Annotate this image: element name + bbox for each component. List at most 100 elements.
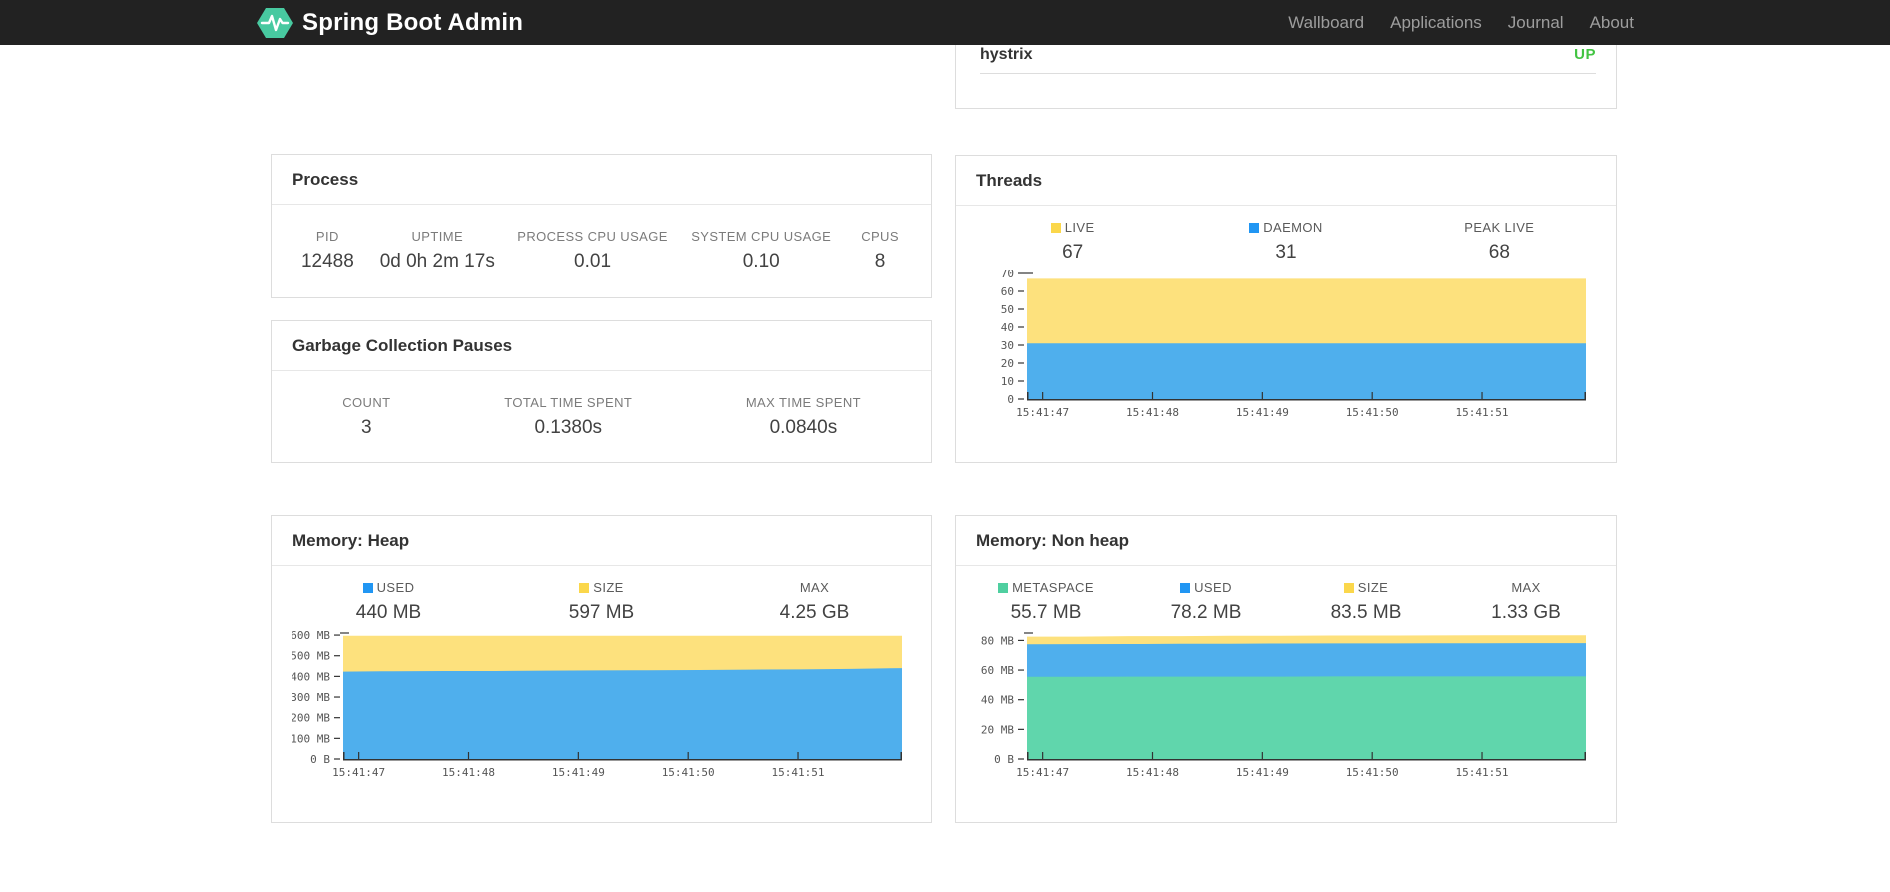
svg-text:15:41:51: 15:41:51 (1456, 766, 1509, 779)
nonheap-card-title: Memory: Non heap (976, 531, 1130, 550)
svg-text:300 MB: 300 MB (292, 691, 330, 704)
threads-card-header: Threads (956, 156, 1616, 206)
legend-live: LIVE 67 (966, 220, 1179, 264)
metric-value: 12488 (300, 251, 354, 272)
metric-gc-max-time: MAX TIME SPENT 0.0840s (686, 395, 921, 439)
metric-label: MAX TIME SPENT (745, 395, 861, 410)
svg-text:15:41:47: 15:41:47 (332, 766, 385, 779)
legend-value: 1.33 GB (1491, 602, 1561, 623)
svg-text:20: 20 (1001, 357, 1014, 370)
metric-value: 0.10 (742, 251, 780, 272)
legend-value: 78.2 MB (1170, 602, 1242, 623)
daemon-swatch-icon (1249, 223, 1260, 233)
svg-text:15:41:48: 15:41:48 (1126, 766, 1179, 779)
legend-value: 68 (1488, 242, 1510, 263)
metric-value: 0.01 (574, 251, 612, 272)
metric-system-cpu: SYSTEM CPU USAGE 0.10 (683, 229, 839, 273)
health-indicator-name: hystrix (980, 45, 1033, 63)
legend-text: USED (376, 580, 415, 595)
gc-card-header: Garbage Collection Pauses (272, 321, 931, 371)
nonheap-legend: METASPACE 55.7 MB USED 78.2 MB SIZE 83.5… (956, 566, 1616, 624)
nav-links: Wallboard Applications Journal About (1275, 13, 1634, 33)
heap-card-header: Memory: Heap (272, 516, 931, 566)
threads-card-title: Threads (976, 171, 1043, 190)
metric-value: 0.0840s (769, 417, 838, 438)
legend-value: 597 MB (568, 602, 635, 623)
legend-daemon: DAEMON 31 (1179, 220, 1392, 264)
process-card: Process PID 12488 UPTIME 0d 0h 2m 17s PR… (271, 154, 932, 298)
svg-text:0: 0 (1007, 393, 1014, 406)
legend-label: SIZE (1286, 580, 1446, 595)
process-card-header: Process (272, 155, 931, 205)
svg-text:15:41:51: 15:41:51 (1456, 406, 1509, 419)
status-badge: UP (1574, 46, 1596, 63)
heap-area-chart: 15:41:47 15:41:48 15:41:49 15:41:50 15:41:51… (292, 630, 902, 779)
svg-text:600 MB: 600 MB (292, 630, 330, 642)
metric-label: PROCESS CPU USAGE (517, 229, 668, 244)
svg-text:10: 10 (1001, 375, 1014, 388)
legend-text: PEAK LIVE (1464, 220, 1535, 235)
threads-area-chart: 15:41:47 15:41:48 15:41:49 15:41:50 15:41:51… (1001, 270, 1586, 419)
svg-text:400 MB: 400 MB (292, 670, 330, 683)
legend-max: MAX 1.33 GB (1446, 580, 1606, 624)
svg-text:50: 50 (1001, 303, 1014, 316)
svg-text:15:41:49: 15:41:49 (552, 766, 605, 779)
metric-value: 8 (874, 251, 886, 272)
brand[interactable]: Spring Boot Admin (256, 7, 523, 39)
metric-process-cpu: PROCESS CPU USAGE 0.01 (502, 229, 683, 273)
svg-text:20 MB: 20 MB (981, 723, 1014, 736)
threads-legend: LIVE 67 DAEMON 31 PEAK LIVE 68 (956, 206, 1616, 264)
gc-card: Garbage Collection Pauses COUNT 3 TOTAL … (271, 320, 932, 463)
metric-gc-count: COUNT 3 (282, 395, 451, 439)
svg-text:0 B: 0 B (310, 753, 330, 766)
legend-value: 55.7 MB (1010, 602, 1082, 623)
legend-label: USED (1126, 580, 1286, 595)
legend-text: MAX (1511, 580, 1541, 595)
heap-card-title: Memory: Heap (292, 531, 410, 550)
metric-uptime: UPTIME 0d 0h 2m 17s (373, 229, 502, 273)
threads-chart: 15:41:47 15:41:48 15:41:49 15:41:50 15:41:51… (956, 264, 1616, 422)
legend-value: 83.5 MB (1330, 602, 1402, 623)
nav-about[interactable]: About (1577, 13, 1634, 33)
svg-text:30: 30 (1001, 339, 1014, 352)
svg-text:40: 40 (1001, 321, 1014, 334)
legend-text: DAEMON (1263, 220, 1323, 235)
live-swatch-icon (1050, 223, 1061, 233)
svg-text:60: 60 (1001, 285, 1014, 298)
size-swatch-icon (579, 583, 590, 593)
metric-label: SYSTEM CPU USAGE (691, 229, 832, 244)
metaspace-swatch-icon (998, 583, 1009, 593)
svg-text:100 MB: 100 MB (292, 732, 330, 745)
legend-label: METASPACE (966, 580, 1126, 595)
heap-legend: USED 440 MB SIZE 597 MB MAX 4.25 GB (272, 566, 931, 624)
spring-boot-admin-logo-icon (257, 7, 293, 39)
svg-text:15:41:51: 15:41:51 (772, 766, 825, 779)
legend-max: MAX 4.25 GB (708, 580, 921, 624)
legend-used: USED 78.2 MB (1126, 580, 1286, 624)
legend-size: SIZE 597 MB (495, 580, 708, 624)
svg-text:15:41:50: 15:41:50 (1346, 406, 1399, 419)
svg-text:15:41:50: 15:41:50 (1346, 766, 1399, 779)
nav-journal[interactable]: Journal (1495, 13, 1577, 33)
used-swatch-icon (1180, 583, 1191, 593)
svg-text:40 MB: 40 MB (981, 694, 1014, 707)
svg-text:15:41:49: 15:41:49 (1236, 406, 1289, 419)
metric-pid: PID 12488 (282, 229, 373, 273)
legend-text: SIZE (1357, 580, 1389, 595)
nav-wallboard[interactable]: Wallboard (1275, 13, 1377, 33)
legend-value: 67 (1062, 242, 1084, 263)
legend-label: DAEMON (1179, 220, 1392, 235)
svg-text:60 MB: 60 MB (981, 664, 1014, 677)
legend-text: USED (1194, 580, 1232, 595)
page: Spring Boot Admin Wallboard Applications… (0, 0, 1890, 892)
threads-card: Threads LIVE 67 DAEMON 31 PEAK LIVE 68 1… (955, 155, 1617, 463)
legend-text: LIVE (1064, 220, 1095, 235)
legend-label: LIVE (966, 220, 1179, 235)
size-swatch-icon (1343, 583, 1354, 593)
memory-nonheap-card: Memory: Non heap METASPACE 55.7 MB USED … (955, 515, 1617, 823)
metric-value: 0.1380s (534, 417, 603, 438)
legend-metaspace: METASPACE 55.7 MB (966, 580, 1126, 624)
svg-text:15:41:47: 15:41:47 (1016, 406, 1069, 419)
nav-applications[interactable]: Applications (1377, 13, 1495, 33)
svg-text:15:41:49: 15:41:49 (1236, 766, 1289, 779)
